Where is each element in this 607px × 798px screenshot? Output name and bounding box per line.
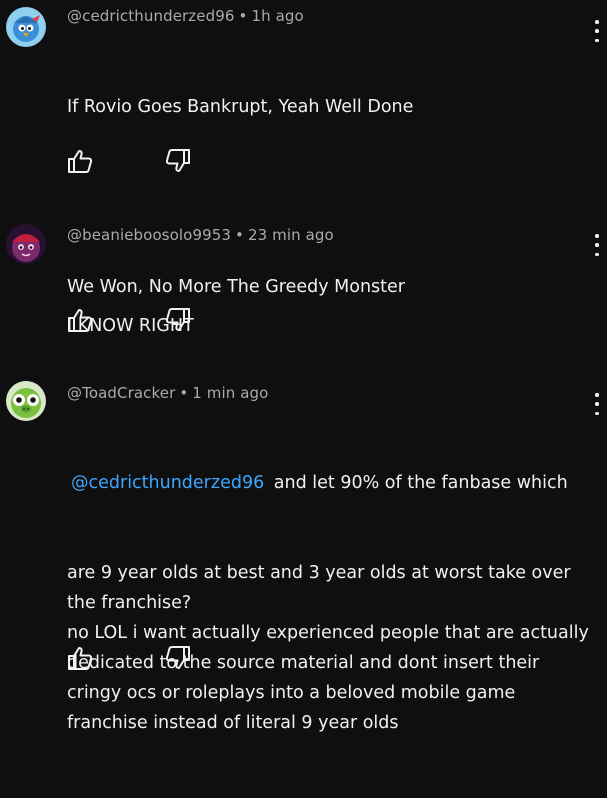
avatar[interactable] [6,224,46,264]
author-handle[interactable]: @cedricthunderzed96 [67,7,235,25]
avatar[interactable] [6,7,46,47]
comment-time[interactable]: 1 min ago [192,384,268,402]
thumbs-down-icon [165,308,190,331]
dislike-button[interactable] [164,306,192,334]
meta-separator: • [235,226,244,244]
comment-meta: @ToadCracker • 1 min ago [67,384,268,402]
like-button[interactable] [66,306,94,334]
avatar[interactable] [6,381,46,421]
comment-meta: @cedricthunderzed96 • 1h ago [67,7,304,25]
more-vertical-icon[interactable] [591,234,603,256]
more-vertical-icon[interactable] [591,393,603,415]
comment-meta: @beanieboosolo9953 • 23 min ago [67,226,334,244]
comment-time[interactable]: 23 min ago [248,226,334,244]
comment-time[interactable]: 1h ago [251,7,303,25]
mention-link[interactable]: @cedricthunderzed96 [71,473,264,493]
comment-item: @ToadCracker • 1 min ago @cedricthunderzed… [0,375,607,733]
more-vertical-icon[interactable] [591,20,603,42]
comment-line: I KNOW RIGHT [67,316,194,336]
comment-line: If Rovio Goes Bankrupt, Yeah Well Done [67,97,414,117]
thumbs-down-icon [165,149,190,172]
thumbs-down-icon [165,646,190,669]
dislike-button[interactable] [164,147,192,175]
like-button[interactable] [66,644,94,672]
thumbs-up-icon [68,309,93,332]
author-handle[interactable]: @ToadCracker [67,384,175,402]
comment-text: @cedricthunderzed96 and let 90% of the f… [67,408,592,798]
author-handle[interactable]: @beanieboosolo9953 [67,226,231,244]
thumbs-up-icon [68,647,93,670]
thumbs-up-icon [68,150,93,173]
meta-separator: • [238,7,248,25]
comment-text-first: and let 90% of the fanbase which [268,473,568,493]
dislike-button[interactable] [164,644,192,672]
comment-item: @cedricthunderzed96 • 1h ago If Rovio Goes… [0,0,607,297]
comment-item: @beanieboosolo9953 • 23 min ago I KNOW RIG… [0,218,607,348]
like-button[interactable] [66,147,94,175]
comment-text-rest: are 9 year olds at best and 3 year olds … [67,563,589,733]
meta-separator: • [179,384,189,402]
